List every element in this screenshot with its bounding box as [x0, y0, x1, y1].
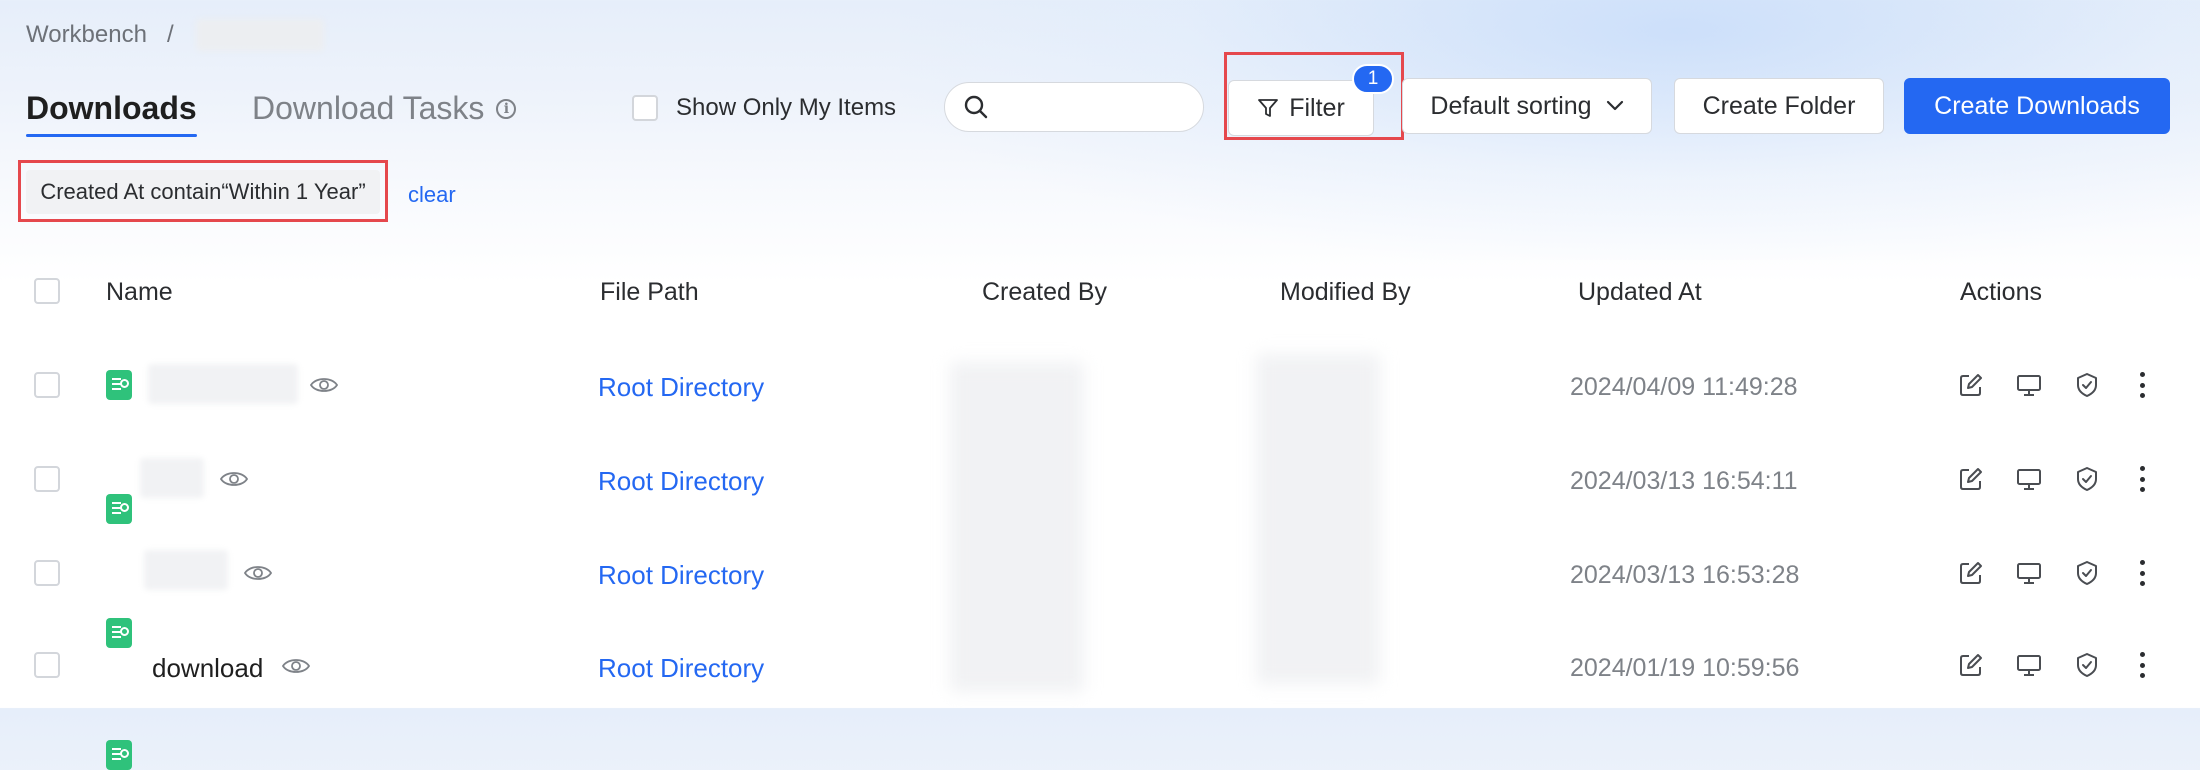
- filter-icon: [1258, 99, 1279, 117]
- active-filter-tag[interactable]: Created At contain“Within 1 Year”: [26, 170, 380, 214]
- more-vertical-icon[interactable]: [2140, 372, 2146, 398]
- file-path-link[interactable]: Root Directory: [598, 372, 764, 403]
- breadcrumb-root[interactable]: Workbench: [26, 21, 147, 49]
- tab-downloads[interactable]: Downloads: [26, 90, 197, 137]
- more-vertical-icon[interactable]: [2140, 466, 2146, 492]
- monitor-icon[interactable]: [2016, 466, 2042, 492]
- file-name-redacted[interactable]: [140, 458, 204, 498]
- sort-label: Default sorting: [1430, 91, 1592, 120]
- eye-icon[interactable]: [244, 564, 272, 582]
- eye-icon[interactable]: [310, 376, 338, 394]
- edit-icon[interactable]: [1958, 372, 1984, 398]
- file-icon: [106, 618, 132, 648]
- show-only-mine-checkbox[interactable]: [632, 95, 658, 121]
- chevron-down-icon: [1606, 100, 1623, 111]
- updated-at: 2024/01/19 10:59:56: [1570, 654, 1800, 682]
- updated-at: 2024/04/09 11:49:28: [1570, 373, 1798, 401]
- create-folder-button[interactable]: Create Folder: [1674, 78, 1884, 134]
- row-checkbox[interactable]: [34, 652, 60, 678]
- file-icon: [106, 740, 132, 770]
- column-header-modified-by: Modified By: [1280, 278, 1411, 306]
- tab-download-tasks[interactable]: Download Tasks i: [252, 90, 517, 127]
- column-header-updated-at: Updated At: [1578, 278, 1702, 306]
- column-header-file-path: File Path: [600, 278, 699, 306]
- more-vertical-icon[interactable]: [2140, 560, 2146, 586]
- file-icon: [106, 370, 132, 400]
- filter-count-badge: 1: [1352, 64, 1394, 94]
- updated-at: 2024/03/13 16:54:11: [1570, 467, 1798, 495]
- active-tab-indicator: [26, 134, 197, 137]
- eye-icon[interactable]: [282, 657, 310, 675]
- eye-icon[interactable]: [220, 470, 248, 488]
- row-checkbox[interactable]: [34, 466, 60, 492]
- file-path-link[interactable]: Root Directory: [598, 466, 764, 497]
- breadcrumb: Workbench /: [26, 19, 324, 51]
- file-name-redacted[interactable]: [144, 550, 228, 590]
- more-vertical-icon[interactable]: [2140, 652, 2146, 678]
- search-icon: [964, 95, 988, 119]
- show-only-mine-label: Show Only My Items: [676, 94, 897, 121]
- monitor-icon[interactable]: [2016, 560, 2042, 586]
- column-header-created-by: Created By: [982, 278, 1108, 306]
- filter-button[interactable]: Filter: [1228, 80, 1374, 136]
- info-icon[interactable]: i: [496, 98, 517, 119]
- select-all-checkbox[interactable]: [34, 278, 60, 304]
- breadcrumb-separator: /: [166, 21, 174, 48]
- monitor-icon[interactable]: [2016, 372, 2042, 398]
- clear-filter-link[interactable]: clear: [408, 182, 456, 208]
- shield-check-icon[interactable]: [2074, 372, 2100, 398]
- row-checkbox[interactable]: [34, 372, 60, 398]
- modified-by-redacted: [1256, 354, 1380, 684]
- create-downloads-button[interactable]: Create Downloads: [1904, 78, 2170, 134]
- tab-downloads-label: Downloads: [26, 90, 197, 126]
- shield-check-icon[interactable]: [2074, 466, 2100, 492]
- file-name-redacted[interactable]: [148, 364, 298, 404]
- file-path-link[interactable]: Root Directory: [598, 653, 764, 684]
- tab-download-tasks-label: Download Tasks: [252, 90, 485, 126]
- updated-at: 2024/03/13 16:53:28: [1570, 561, 1800, 589]
- show-only-mine-toggle[interactable]: Show Only My Items: [632, 94, 896, 122]
- file-icon: [106, 494, 132, 524]
- file-name[interactable]: download: [152, 653, 263, 684]
- search-box[interactable]: [944, 82, 1204, 132]
- shield-check-icon[interactable]: [2074, 560, 2100, 586]
- column-header-name: Name: [106, 278, 173, 306]
- created-by-redacted: [950, 362, 1084, 692]
- row-checkbox[interactable]: [34, 560, 60, 586]
- shield-check-icon[interactable]: [2074, 652, 2100, 678]
- sort-dropdown[interactable]: Default sorting: [1402, 78, 1652, 134]
- edit-icon[interactable]: [1958, 466, 1984, 492]
- edit-icon[interactable]: [1958, 560, 1984, 586]
- breadcrumb-current-redacted: [195, 19, 324, 51]
- filter-label: Filter: [1289, 93, 1345, 122]
- monitor-icon[interactable]: [2016, 652, 2042, 678]
- file-path-link[interactable]: Root Directory: [598, 560, 764, 591]
- column-header-actions: Actions: [1960, 278, 2042, 306]
- edit-icon[interactable]: [1958, 652, 1984, 678]
- search-input[interactable]: [999, 93, 1193, 121]
